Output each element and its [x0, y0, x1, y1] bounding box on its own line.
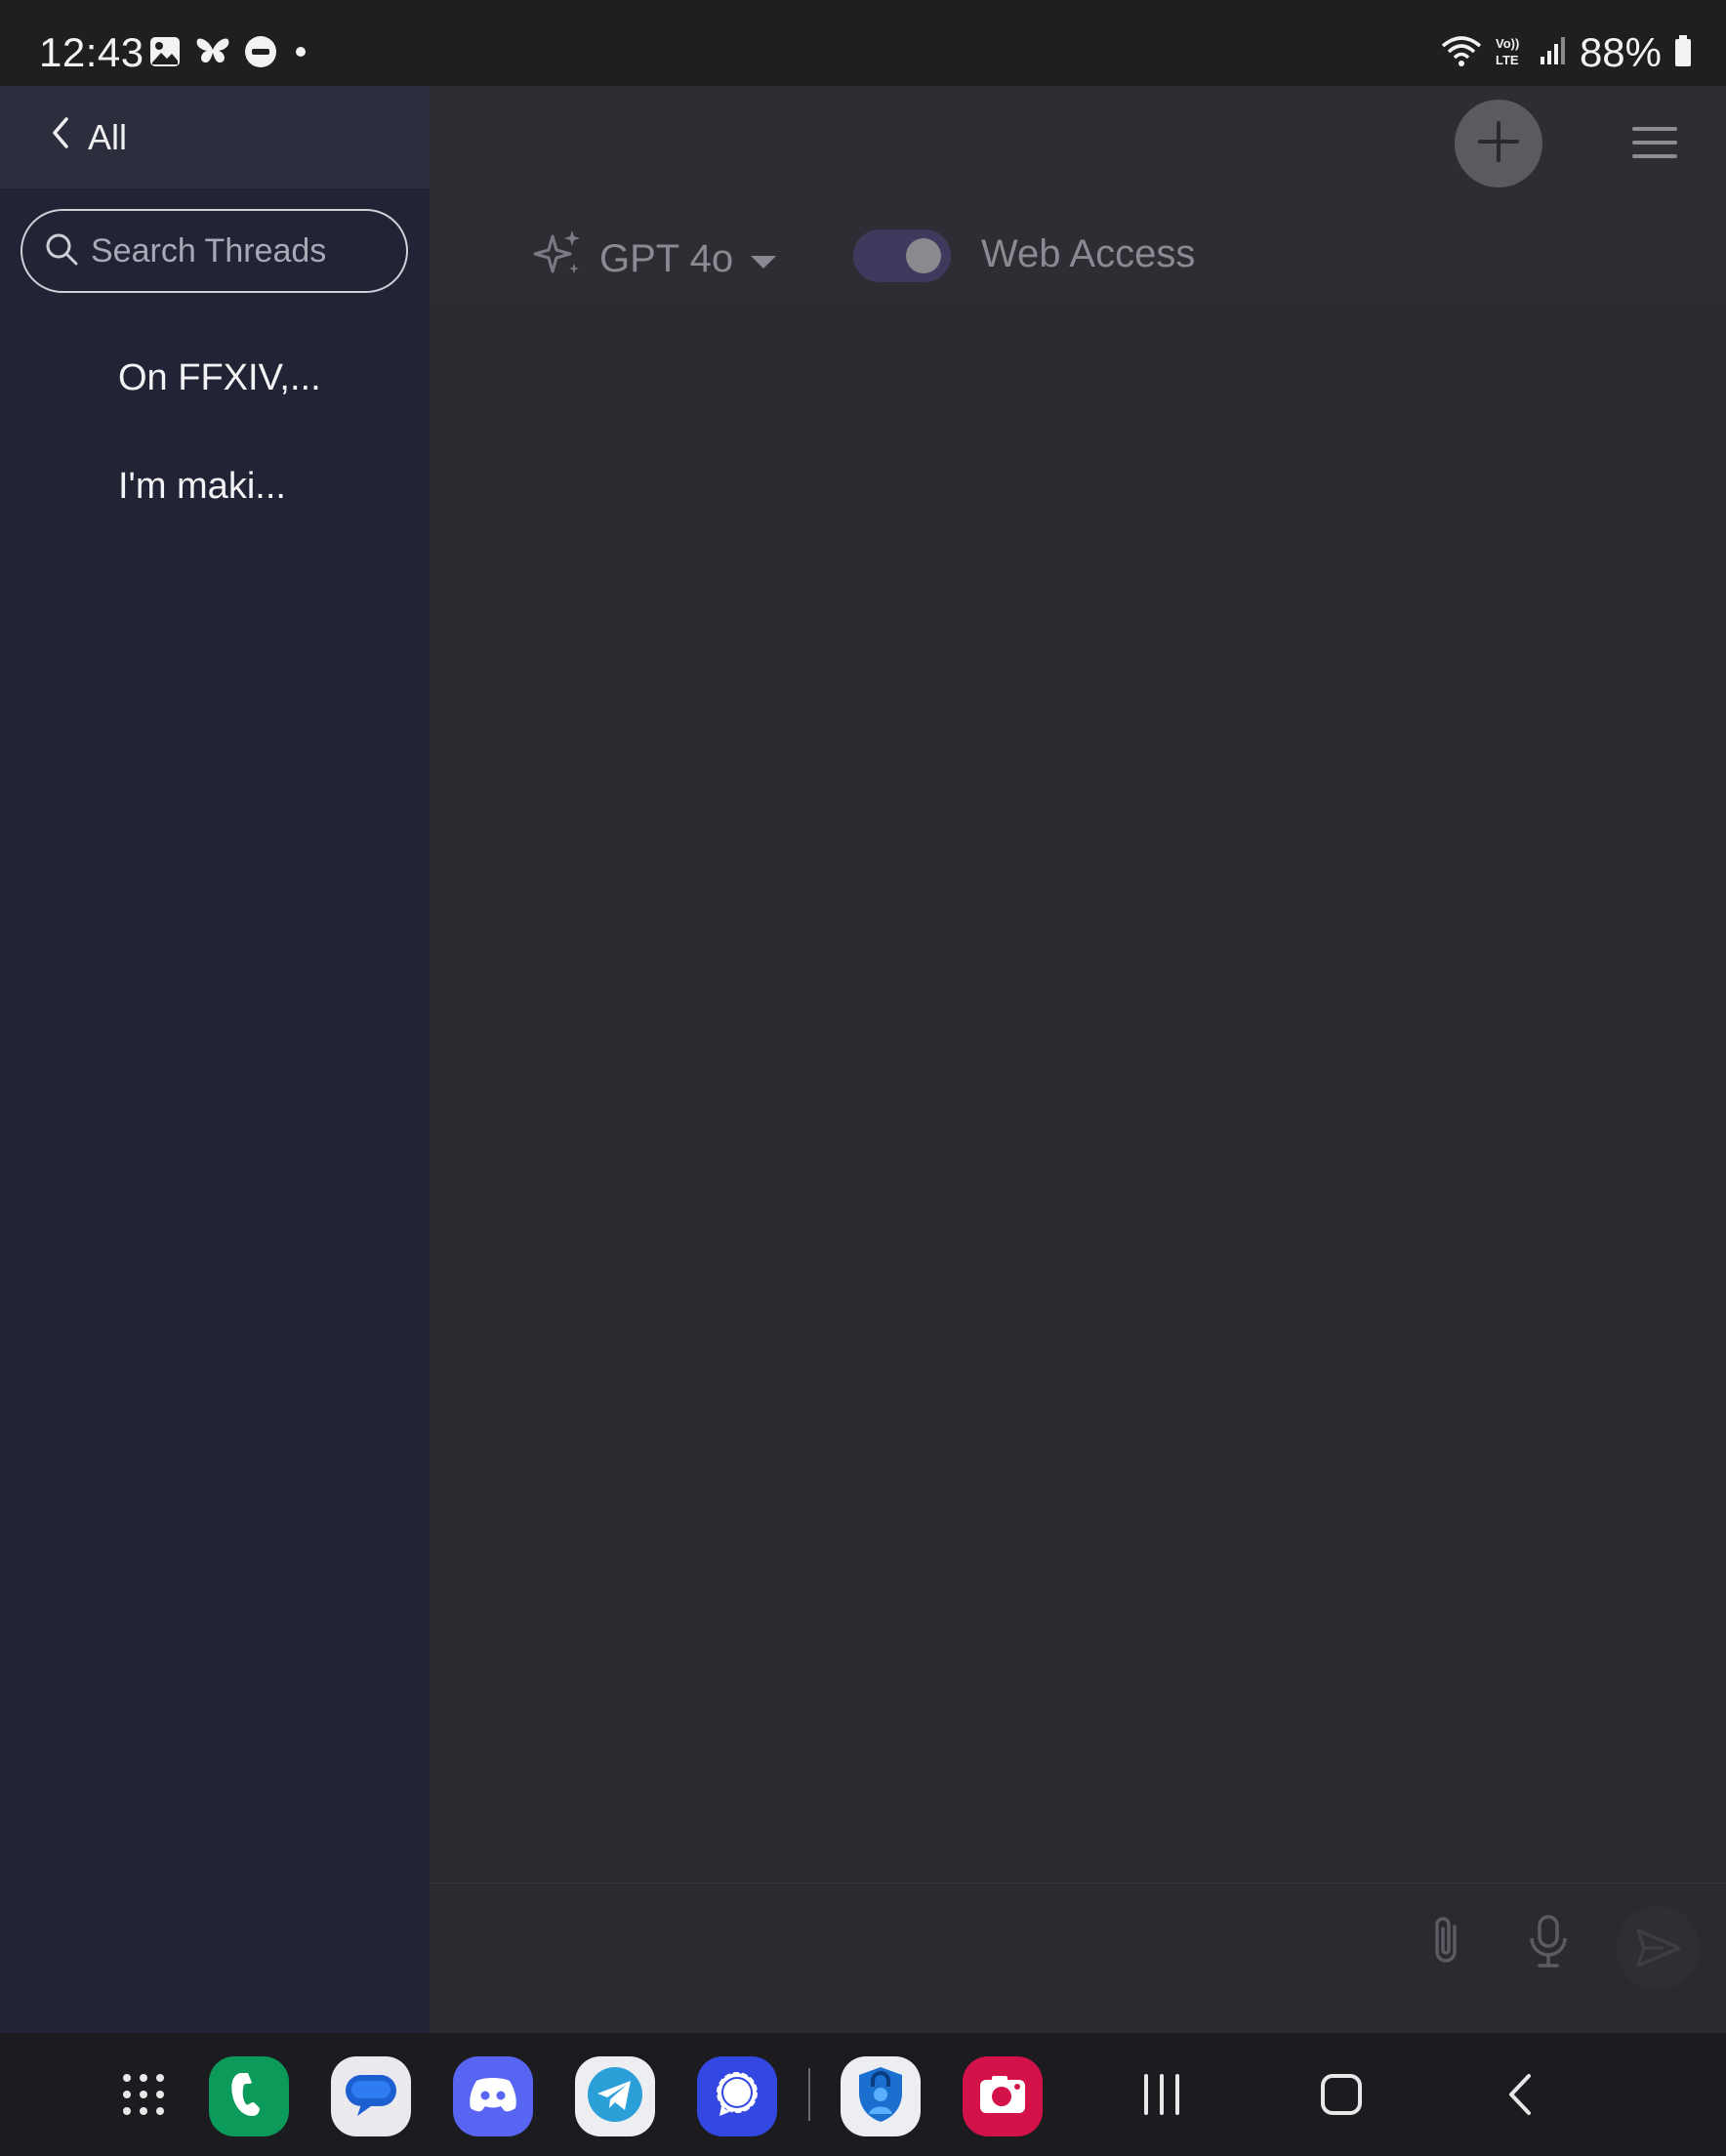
discord-app[interactable] — [453, 2056, 533, 2136]
thread-item[interactable]: On FFXIV,... — [118, 357, 321, 399]
lock-person-icon — [851, 2063, 910, 2131]
dropdown-caret-icon — [749, 237, 778, 281]
camera-icon — [976, 2072, 1029, 2122]
search-threads-field[interactable] — [21, 209, 408, 293]
discord-icon — [467, 2075, 519, 2119]
thread-item[interactable]: I'm maki... — [118, 466, 286, 508]
camera-app[interactable] — [963, 2056, 1043, 2136]
svg-text:Vo)): Vo)) — [1496, 36, 1519, 51]
web-access-toggle[interactable] — [853, 229, 951, 282]
toggle-knob — [906, 238, 941, 273]
svg-text:LTE: LTE — [1496, 53, 1519, 67]
sidebar-header: All — [0, 86, 430, 188]
do-not-disturb-icon — [244, 35, 277, 73]
new-thread-button[interactable] — [1455, 100, 1542, 187]
search-threads-input[interactable] — [91, 231, 384, 270]
authenticator-app[interactable] — [841, 2056, 921, 2136]
chat-panel: GPT 4o Web Access — [430, 86, 1726, 2033]
microphone-icon[interactable] — [1527, 1913, 1570, 1974]
dot-icon — [291, 42, 310, 66]
hamburger-menu-button[interactable] — [1630, 121, 1679, 164]
signal-app[interactable] — [697, 2056, 777, 2136]
dock-divider — [808, 2068, 810, 2121]
plus-icon — [1476, 119, 1521, 169]
status-time: 12:43 — [39, 29, 144, 75]
telegram-app[interactable] — [575, 2056, 655, 2136]
web-access-label: Web Access — [981, 232, 1196, 275]
back-nav-button[interactable] — [1505, 2072, 1535, 2122]
message-composer[interactable] — [430, 1883, 1726, 2033]
recents-nav-button[interactable] — [1140, 2072, 1183, 2122]
volte-icon: Vo)) LTE — [1494, 34, 1527, 72]
menu-icon — [1630, 127, 1679, 168]
phone-icon — [225, 2067, 273, 2127]
model-selector[interactable]: GPT 4o — [533, 228, 778, 289]
app-grid-icon — [119, 2070, 168, 2124]
telegram-icon — [584, 2063, 646, 2131]
chat-header: GPT 4o Web Access — [430, 86, 1726, 306]
chevron-left-icon — [49, 113, 72, 161]
status-bar: 12:43 Vo)) LTE 88% — [0, 0, 1726, 86]
phone-app[interactable] — [209, 2056, 289, 2136]
messages-app[interactable] — [331, 2056, 411, 2136]
back-to-all-button[interactable]: All — [49, 113, 127, 161]
battery-percent: 88% — [1579, 29, 1662, 75]
model-name: GPT 4o — [599, 236, 734, 280]
home-nav-button[interactable] — [1320, 2072, 1363, 2122]
search-icon — [44, 231, 79, 271]
attach-icon[interactable] — [1427, 1913, 1466, 1974]
send-icon[interactable] — [1615, 1905, 1701, 1996]
back-label: All — [88, 116, 128, 157]
thread-sidebar: All On FFXIV,... I'm maki... — [0, 86, 430, 2033]
notification-icons — [148, 35, 310, 73]
chat-bubble-icon — [340, 2067, 402, 2127]
signal-messenger-icon — [710, 2067, 764, 2127]
taskbar — [0, 2033, 1726, 2156]
gallery-icon — [148, 35, 182, 73]
app-drawer-button[interactable] — [103, 2056, 184, 2136]
wifi-icon — [1441, 34, 1482, 72]
battery-icon — [1673, 34, 1693, 72]
butterfly-icon — [195, 36, 230, 72]
sparkle-icon — [533, 228, 584, 289]
signal-icon — [1539, 35, 1568, 71]
system-icons: Vo)) LTE 88% — [1441, 29, 1693, 76]
